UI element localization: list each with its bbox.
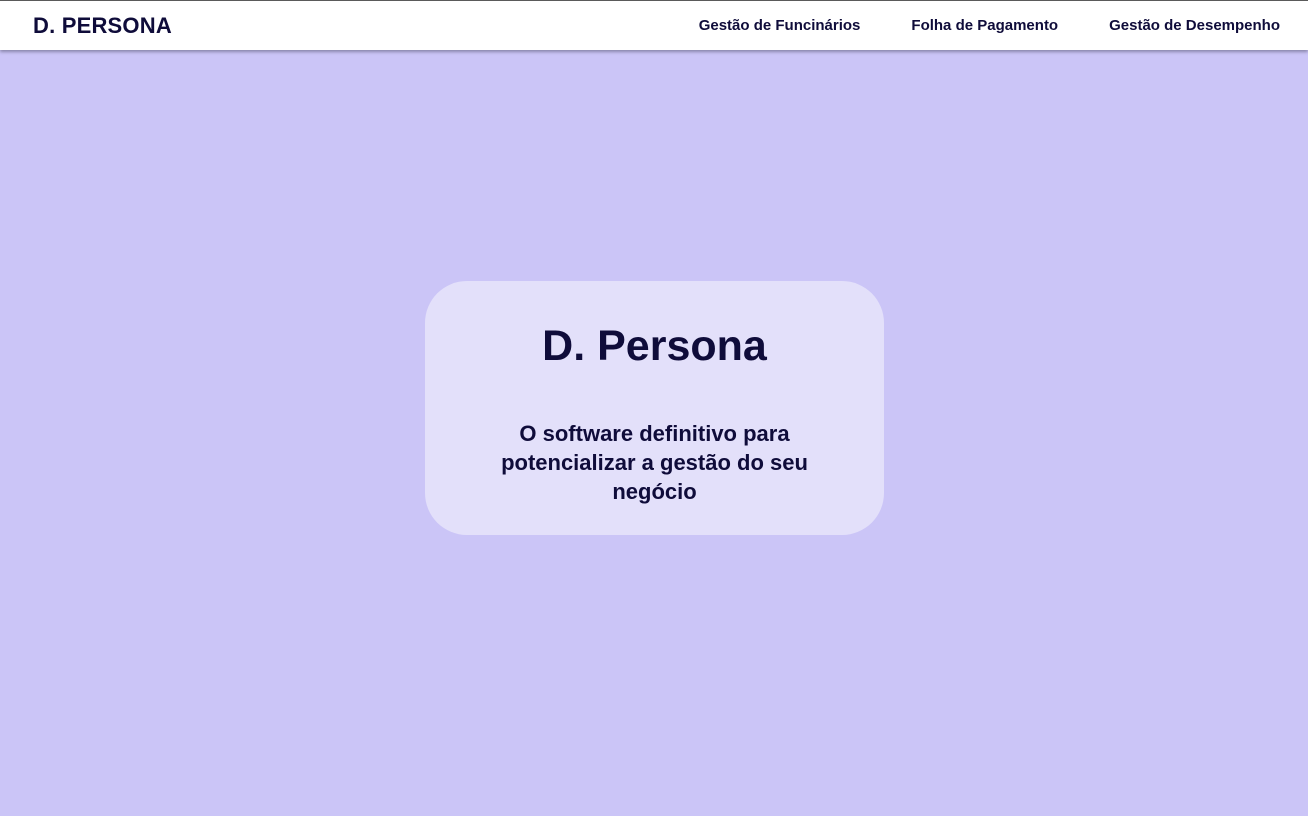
hero-title: D. Persona [542, 322, 767, 370]
hero-subtitle: O software definitivo para potencializar… [501, 421, 808, 504]
top-navbar: D. PERSONA Gestão de Funcinários Folha d… [0, 0, 1308, 50]
hero-card: D. Persona O software definitivo para po… [425, 281, 884, 535]
nav-link-gestao-desempenho[interactable]: Gestão de Desempenho [1109, 17, 1280, 34]
nav-link-gestao-funcionarios[interactable]: Gestão de Funcinários [699, 17, 861, 34]
nav-link-folha-pagamento[interactable]: Folha de Pagamento [911, 17, 1058, 34]
nav-links: Gestão de Funcinários Folha de Pagamento… [648, 17, 1280, 34]
brand-logo[interactable]: D. PERSONA [33, 13, 172, 39]
